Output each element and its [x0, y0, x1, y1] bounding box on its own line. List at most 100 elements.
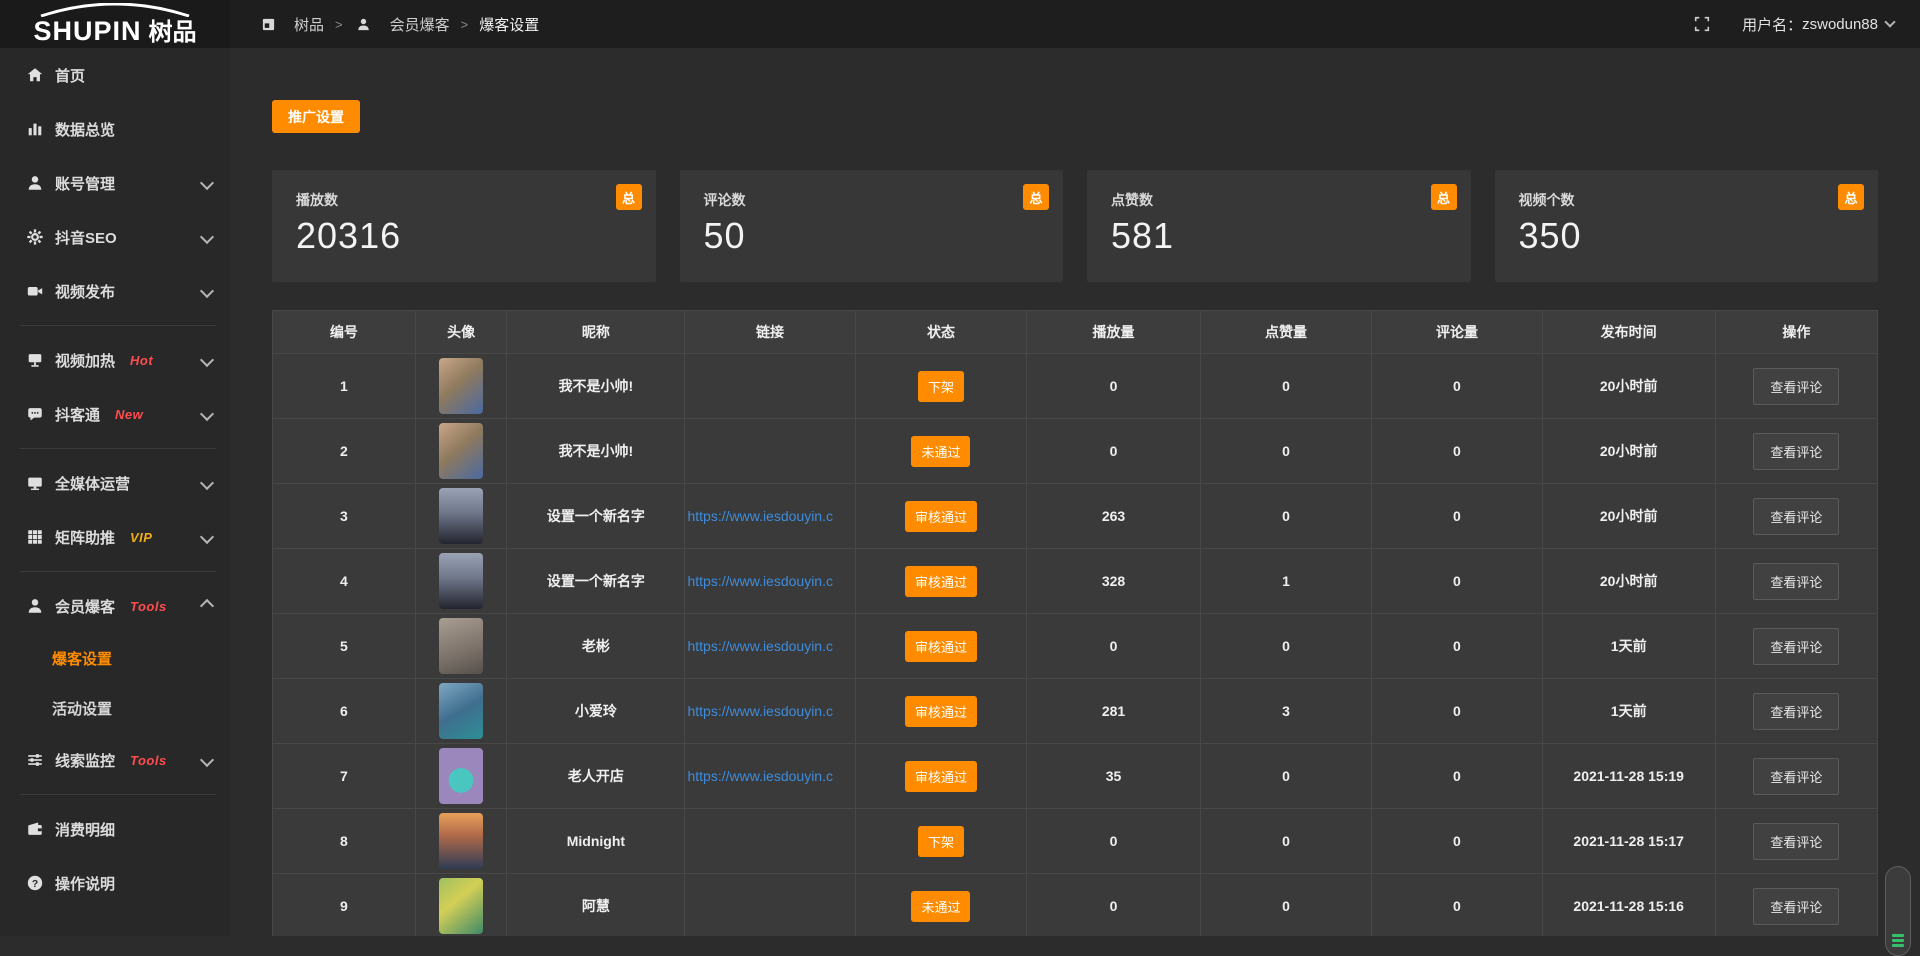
row-id: 9 — [273, 874, 416, 937]
top-bar: SHUPIN 树品 树品 > 会员爆客 > 爆客设置 用户名： zswodun8… — [0, 0, 1920, 48]
table-row: 7 老人开店 https://www.iesdouyin.c 审核通过 35 0… — [273, 744, 1878, 809]
row-id: 5 — [273, 614, 416, 679]
promo-settings-button[interactable]: 推广设置 — [272, 100, 360, 133]
sidebar-item-consume-detail[interactable]: 消费明细 — [0, 802, 230, 856]
plays-count: 0 — [1027, 614, 1200, 679]
user-menu[interactable]: 用户名： zswodun88 — [1742, 14, 1894, 35]
sidebar-item-account-management[interactable]: 账号管理 — [0, 156, 230, 210]
table-row: 1 我不是小帅! 下架 0 0 0 20小时前 查看评论 — [273, 354, 1878, 419]
likes-count: 0 — [1200, 809, 1372, 874]
sidebar-item-omni-media[interactable]: 全媒体运营 — [0, 456, 230, 510]
avatar — [439, 748, 483, 804]
publish-time: 20小时前 — [1542, 354, 1715, 419]
stat-label: 播放数 — [296, 190, 632, 210]
sidebar-item-label: 消费明细 — [55, 819, 115, 840]
chevron-down-icon — [200, 176, 214, 190]
video-link[interactable]: https://www.iesdouyin.c — [687, 638, 833, 654]
video-link[interactable]: https://www.iesdouyin.c — [687, 768, 833, 784]
view-comments-button[interactable]: 查看评论 — [1753, 758, 1839, 795]
view-comments-button[interactable]: 查看评论 — [1753, 628, 1839, 665]
sidebar-item-data-overview[interactable]: 数据总览 — [0, 102, 230, 156]
view-comments-button[interactable]: 查看评论 — [1753, 888, 1839, 925]
video-link[interactable]: https://www.iesdouyin.c — [687, 508, 833, 524]
plays-count: 0 — [1027, 874, 1200, 937]
column-header-likes: 点赞量 — [1200, 311, 1372, 354]
table-row: 6 小爱玲 https://www.iesdouyin.c 审核通过 281 3… — [273, 679, 1878, 744]
sliders-icon — [25, 750, 45, 770]
sidebar-subitem-baoke-settings[interactable]: 爆客设置 — [0, 633, 230, 683]
publish-time: 2021-11-28 15:16 — [1542, 874, 1715, 937]
plays-count: 328 — [1027, 549, 1200, 614]
likes-count: 0 — [1200, 874, 1372, 937]
avatar — [439, 488, 483, 544]
sidebar-item-douyin-seo[interactable]: 抖音SEO — [0, 210, 230, 264]
breadcrumb-item-member-baoke[interactable]: 会员爆客 — [354, 14, 450, 35]
sidebar-item-badge: Hot — [130, 353, 153, 368]
view-comments-button[interactable]: 查看评论 — [1753, 498, 1839, 535]
column-header-action: 操作 — [1715, 311, 1877, 354]
home-icon — [25, 65, 45, 85]
sidebar-item-doukertong[interactable]: 抖客通 New — [0, 387, 230, 441]
menu-divider — [20, 571, 216, 572]
stat-value: 581 — [1111, 215, 1447, 257]
chevron-down-icon — [200, 230, 214, 244]
publish-time: 1天前 — [1542, 614, 1715, 679]
scrollbar-widget[interactable] — [1885, 866, 1911, 956]
sidebar-item-label: 视频发布 — [55, 281, 115, 302]
view-comments-button[interactable]: 查看评论 — [1753, 693, 1839, 730]
status-badge: 审核通过 — [905, 696, 977, 727]
chevron-up-icon — [200, 599, 214, 613]
column-header-comments: 评论量 — [1372, 311, 1542, 354]
status-badge: 审核通过 — [905, 761, 977, 792]
status-badge: 审核通过 — [905, 631, 977, 662]
sidebar-item-operation-guide[interactable]: ? 操作说明 — [0, 856, 230, 910]
sidebar-item-video-publish[interactable]: 视频发布 — [0, 264, 230, 318]
table-header-row: 编号头像昵称链接状态播放量点赞量评论量发布时间操作 — [273, 311, 1878, 354]
row-id: 2 — [273, 419, 416, 484]
nickname: 阿慧 — [507, 874, 685, 937]
view-comments-button[interactable]: 查看评论 — [1753, 433, 1839, 470]
bar-chart-icon — [25, 119, 45, 139]
avatar — [439, 683, 483, 739]
comments-count: 0 — [1372, 744, 1542, 809]
sidebar-item-clue-monitor[interactable]: 线索监控 Tools — [0, 733, 230, 787]
sidebar-item-badge: New — [115, 407, 143, 422]
video-link[interactable]: https://www.iesdouyin.c — [687, 573, 833, 589]
likes-count: 0 — [1200, 354, 1372, 419]
sidebar-subitem-activity-settings[interactable]: 活动设置 — [0, 683, 230, 733]
widget-bar — [1892, 939, 1904, 942]
avatar — [439, 618, 483, 674]
app-logo: SHUPIN 树品 — [0, 0, 230, 48]
avatar — [439, 813, 483, 869]
likes-count: 0 — [1200, 484, 1372, 549]
view-comments-button[interactable]: 查看评论 — [1753, 563, 1839, 600]
sidebar-item-video-heat[interactable]: 视频加热 Hot — [0, 333, 230, 387]
sidebar-item-member-baoke[interactable]: 会员爆客 Tools — [0, 579, 230, 633]
avatar — [439, 423, 483, 479]
breadcrumb-item-root[interactable]: 树品 — [258, 14, 324, 35]
sidebar-subitem-label: 活动设置 — [52, 698, 112, 719]
nickname: 老人开店 — [507, 744, 685, 809]
row-id: 4 — [273, 549, 416, 614]
nickname: 老彬 — [507, 614, 685, 679]
chevron-down-icon — [200, 530, 214, 544]
fullscreen-icon[interactable] — [1692, 14, 1712, 34]
sidebar-item-home[interactable]: 首页 — [0, 48, 230, 102]
stat-label: 评论数 — [704, 190, 1040, 210]
sidebar-subitem-label: 爆客设置 — [52, 648, 112, 669]
video-link[interactable]: https://www.iesdouyin.c — [687, 703, 833, 719]
column-header-plays: 播放量 — [1027, 311, 1200, 354]
view-comments-button[interactable]: 查看评论 — [1753, 368, 1839, 405]
sidebar-item-matrix-boost[interactable]: 矩阵助推 VIP — [0, 510, 230, 564]
view-comments-button[interactable]: 查看评论 — [1753, 823, 1839, 860]
plays-count: 35 — [1027, 744, 1200, 809]
publish-time: 2021-11-28 15:19 — [1542, 744, 1715, 809]
plays-count: 0 — [1027, 354, 1200, 419]
table-row: 5 老彬 https://www.iesdouyin.c 审核通过 0 0 0 … — [273, 614, 1878, 679]
monitor-icon — [25, 473, 45, 493]
sidebar-item-badge: VIP — [130, 530, 152, 545]
status-badge: 下架 — [918, 371, 964, 402]
total-badge: 总 — [1431, 184, 1457, 210]
stat-label: 视频个数 — [1519, 190, 1855, 210]
sidebar-item-label: 全媒体运营 — [55, 473, 130, 494]
